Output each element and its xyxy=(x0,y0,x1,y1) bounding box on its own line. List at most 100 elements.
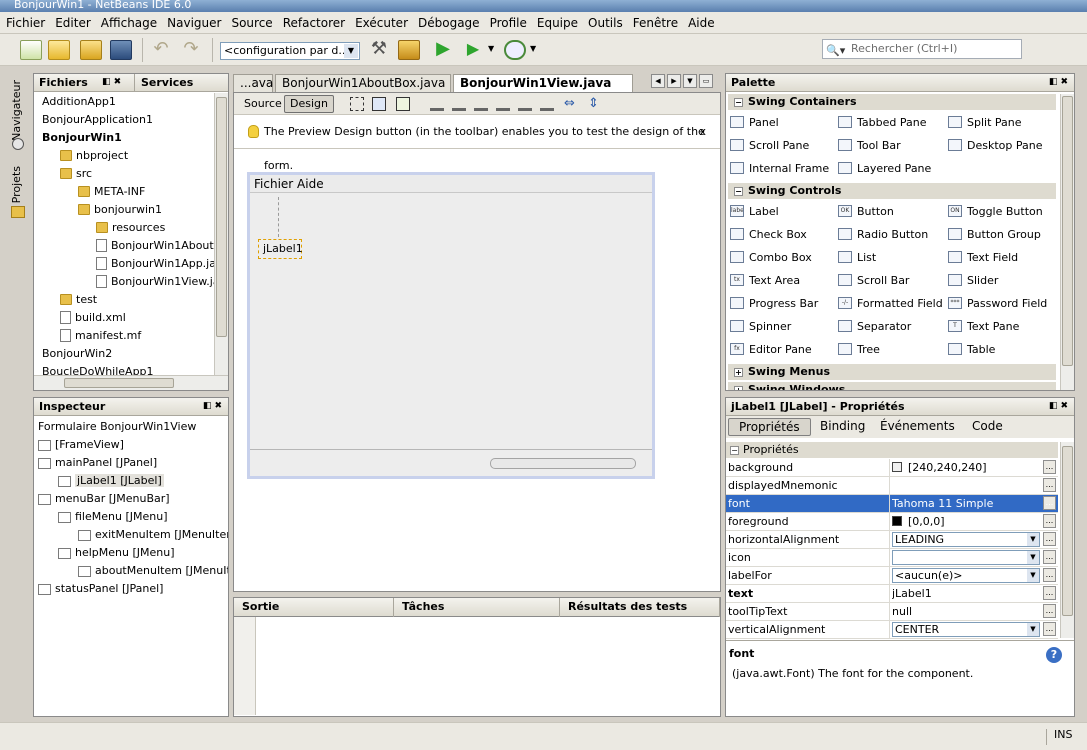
palette-item[interactable]: Layered Pane xyxy=(838,161,931,177)
palette-item[interactable]: Combo Box xyxy=(730,250,812,266)
run-icon[interactable]: ▶ xyxy=(432,40,454,60)
save-all-icon[interactable] xyxy=(110,40,132,60)
palette-item[interactable]: Desktop Pane xyxy=(948,138,1042,154)
configuration-select[interactable]: <configuration par d... ▼ xyxy=(220,42,360,60)
ellipsis-button[interactable]: ... xyxy=(1043,514,1056,528)
tree-item[interactable]: resources xyxy=(96,219,165,237)
tree-item[interactable]: manifest.mf xyxy=(60,327,141,345)
search-input[interactable]: 🔍▾ Rechercher (Ctrl+I) xyxy=(822,39,1022,59)
tree-item[interactable]: nbproject xyxy=(60,147,128,165)
collapse-icon[interactable]: − xyxy=(730,446,739,455)
properties-tab[interactable]: Propriétés xyxy=(728,418,811,436)
inspector-item[interactable]: exitMenuItem [JMenuItem] xyxy=(78,526,228,544)
undo-icon[interactable]: ↶ xyxy=(150,40,172,60)
tree-item[interactable]: bonjourwin1 xyxy=(78,201,162,219)
palette-item[interactable]: Slider xyxy=(948,273,998,289)
palette-item[interactable]: Tree xyxy=(838,342,880,358)
palette-item[interactable]: Panel xyxy=(730,115,779,131)
minimize-icon[interactable]: ◧ ✖ xyxy=(203,398,222,415)
editor-tab[interactable]: BonjourWin1View.java xyxy=(453,74,633,92)
new-file-icon[interactable] xyxy=(20,40,42,60)
property-combo[interactable]: LEADING ▼ xyxy=(892,532,1040,547)
menu-source[interactable]: Source xyxy=(231,16,272,30)
properties-section[interactable]: − Propriétés xyxy=(726,442,1058,458)
tab-projects[interactable]: Projets xyxy=(10,166,23,203)
palette-item[interactable]: Progress Bar xyxy=(730,296,818,312)
palette-item[interactable]: List xyxy=(838,250,876,266)
output-tab[interactable]: Résultats des tests xyxy=(560,598,720,617)
close-icon[interactable]: x xyxy=(699,115,706,149)
tree-item[interactable]: BonjourWin1 xyxy=(42,129,122,147)
tree-item[interactable]: build.xml xyxy=(60,309,126,327)
editor-tab[interactable]: BonjourWin1AboutBox.java xyxy=(275,74,451,92)
property-row[interactable]: font Tahoma 11 Simple... xyxy=(726,495,1058,513)
menu-outils[interactable]: Outils xyxy=(588,16,623,30)
tree-item[interactable]: BonjourApplication1 xyxy=(42,111,153,129)
tree-item[interactable]: BoucleDoWhileApp1 xyxy=(42,363,154,375)
menu-affichage[interactable]: Affichage xyxy=(101,16,157,30)
files-horizontal-scrollbar[interactable] xyxy=(34,375,228,390)
align-top-icon[interactable] xyxy=(496,97,510,111)
minimize-icon[interactable]: ◧ ✖ xyxy=(1049,398,1068,415)
palette-item[interactable]: Table xyxy=(948,342,995,358)
inspector-item[interactable]: helpMenu [JMenu] xyxy=(58,544,175,562)
property-row[interactable]: displayedMnemonic... xyxy=(726,477,1058,495)
properties-vertical-scrollbar[interactable] xyxy=(1060,442,1074,638)
inspector-item[interactable]: aboutMenuItem [JMenuIten xyxy=(78,562,228,580)
palette-item[interactable]: tx Text Area xyxy=(730,273,800,289)
ellipsis-button[interactable]: ... xyxy=(1043,568,1056,582)
tree-item[interactable]: BonjourWin1View.java xyxy=(96,273,214,291)
scroll-left-icon[interactable]: ◀ xyxy=(651,74,665,88)
property-row[interactable]: horizontalAlignment LEADING ▼... xyxy=(726,531,1058,549)
property-row[interactable]: toolTipText null... xyxy=(726,603,1058,621)
tree-item[interactable]: META-INF xyxy=(78,183,145,201)
property-row[interactable]: text jLabel1... xyxy=(726,585,1058,603)
palette-item[interactable]: Tool Bar xyxy=(838,138,901,154)
palette-item[interactable]: fx Editor Pane xyxy=(730,342,812,358)
form-canvas[interactable]: Fichier Aide jLabel1 xyxy=(247,172,655,479)
files-vertical-scrollbar[interactable] xyxy=(214,93,228,375)
palette-item[interactable]: Tabbed Pane xyxy=(838,115,926,131)
tab-navigator[interactable]: Navigateur xyxy=(10,80,23,141)
form-status-panel[interactable] xyxy=(250,449,652,476)
palette-item[interactable]: Button Group xyxy=(948,227,1041,243)
menu-aide[interactable]: Aide xyxy=(688,16,715,30)
align-right-icon[interactable] xyxy=(452,97,466,111)
scroll-right-icon[interactable]: ▶ xyxy=(667,74,681,88)
property-row[interactable]: verticalAlignment CENTER ▼... xyxy=(726,621,1058,639)
palette-item[interactable]: OK Button xyxy=(838,204,894,220)
palette-item[interactable]: Separator xyxy=(838,319,911,335)
inspector-item[interactable]: menuBar [JMenuBar] xyxy=(38,490,170,508)
selection-mode-icon[interactable] xyxy=(350,97,364,111)
profile-icon[interactable] xyxy=(504,40,526,60)
palette-category[interactable]: + Swing Menus xyxy=(728,364,1056,380)
align-bottom-icon[interactable] xyxy=(518,97,532,111)
chevron-down-icon[interactable]: ▼ xyxy=(530,40,540,60)
debug-icon[interactable]: ▶ xyxy=(462,40,484,60)
properties-tab[interactable]: Code xyxy=(962,418,1013,436)
palette-item[interactable]: *** Password Field xyxy=(948,296,1047,312)
palette-vertical-scrollbar[interactable] xyxy=(1060,94,1074,390)
center-horizontally-icon[interactable] xyxy=(474,97,488,111)
inspector-item[interactable]: [FrameView] xyxy=(38,436,124,454)
minimize-icon[interactable]: ◧ ✖ xyxy=(1049,74,1068,91)
menu-naviguer[interactable]: Naviguer xyxy=(167,16,221,30)
resize-vertical-icon[interactable]: ⇕ xyxy=(588,97,602,111)
property-row[interactable]: icon ▼... xyxy=(726,549,1058,567)
tab-list-icon[interactable]: ▼ xyxy=(683,74,697,88)
palette-category[interactable]: + Swing Windows xyxy=(728,382,1056,390)
ellipsis-button[interactable]: ... xyxy=(1043,496,1056,510)
menu-equipe[interactable]: Equipe xyxy=(537,16,578,30)
palette-item[interactable]: ON Toggle Button xyxy=(948,204,1043,220)
tab-services[interactable]: Services xyxy=(134,74,193,91)
palette-item[interactable]: T Text Pane xyxy=(948,319,1019,335)
maximize-icon[interactable]: ▭ xyxy=(699,74,713,88)
menu-editer[interactable]: Editer xyxy=(55,16,91,30)
menu-fichier[interactable]: Fichier xyxy=(6,16,45,30)
palette-item[interactable]: Split Pane xyxy=(948,115,1022,131)
palette-item[interactable]: Check Box xyxy=(730,227,807,243)
clean-build-icon[interactable] xyxy=(398,40,420,60)
minimize-icon[interactable]: ◧ ✖ xyxy=(102,74,121,91)
ellipsis-button[interactable]: ... xyxy=(1043,622,1056,636)
design-button[interactable]: Design xyxy=(284,95,334,113)
